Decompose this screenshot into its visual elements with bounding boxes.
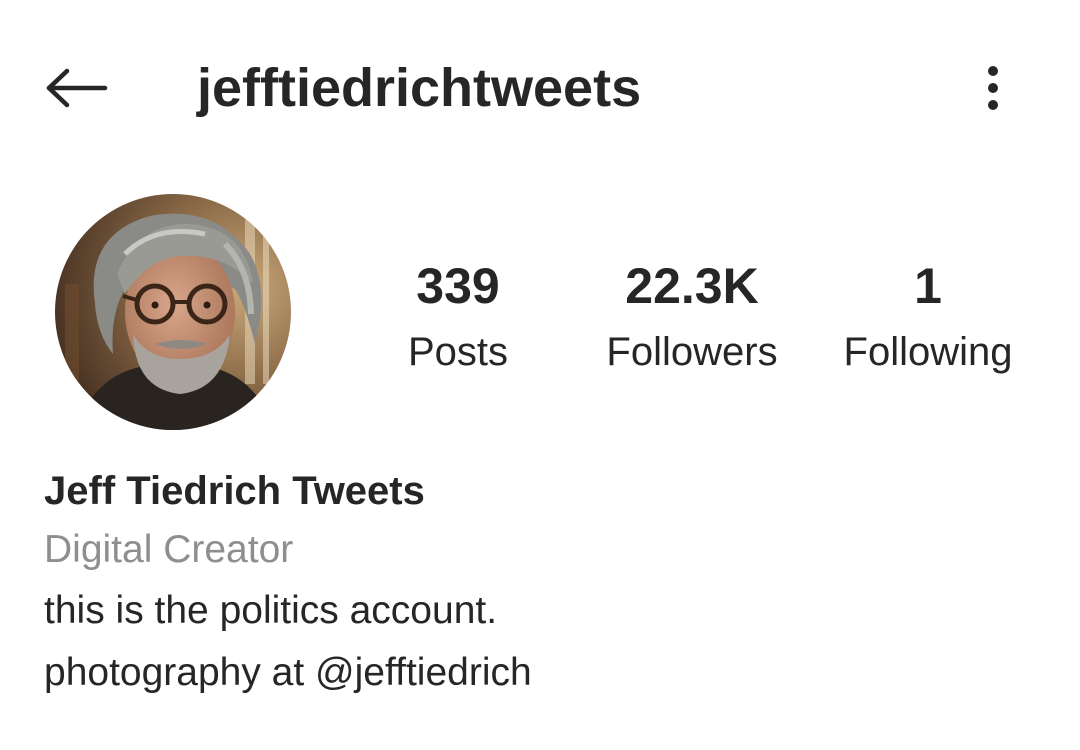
following-count: 1 — [914, 258, 942, 314]
more-options-button[interactable] — [962, 52, 1024, 124]
bio-line-2-prefix: photography at — [44, 651, 316, 694]
bio-line-2: photography at @jefftiedrich — [44, 642, 1044, 704]
arrow-left-icon — [46, 68, 108, 108]
mention-link[interactable]: @jefftiedrich — [315, 651, 532, 694]
profile-username: jefftiedrichtweets — [197, 58, 642, 118]
following-stat[interactable]: 1 Following — [818, 248, 1038, 380]
profile-stats: 339 Posts 22.3K Followers 1 Following — [370, 248, 1060, 388]
display-name: Jeff Tiedrich Tweets — [44, 469, 425, 513]
followers-stat[interactable]: 22.3K Followers — [582, 248, 802, 380]
posts-stat[interactable]: 339 Posts — [378, 248, 538, 380]
posts-label: Posts — [407, 330, 509, 374]
category-label: Digital Creator — [44, 528, 294, 571]
profile-header: jefftiedrichtweets — [0, 0, 1080, 175]
followers-label: Followers — [606, 330, 778, 374]
bio-line-1: this is the politics account. — [44, 589, 498, 632]
back-button[interactable] — [36, 52, 118, 124]
profile-bio: Jeff Tiedrich Tweets Digital Creator thi… — [44, 462, 1044, 704]
following-label: Following — [843, 330, 1013, 374]
followers-count: 22.3K — [625, 258, 759, 314]
profile-photo — [55, 194, 291, 430]
posts-count: 339 — [416, 258, 500, 314]
avatar[interactable] — [55, 194, 291, 430]
more-vertical-icon — [988, 66, 998, 110]
